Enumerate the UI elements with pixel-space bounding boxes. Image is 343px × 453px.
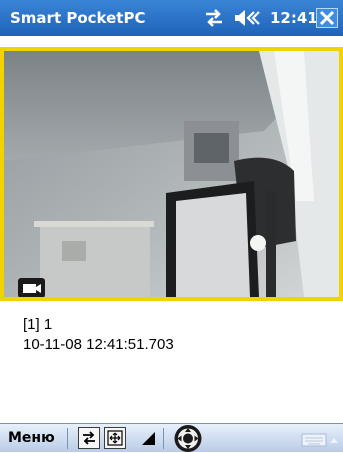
fit-screen-button[interactable] (104, 427, 126, 449)
menu-bar: Меню (0, 423, 343, 452)
frame-info: [1] 1 10-11-08 12:41:51.703 (23, 315, 174, 355)
camera-icon[interactable] (18, 278, 45, 297)
swap-icon (83, 431, 95, 445)
timestamp-label: 10-11-08 12:41:51.703 (23, 336, 174, 353)
app-title: Smart PocketPC (10, 9, 146, 27)
close-icon (319, 10, 335, 26)
fit-screen-icon (107, 430, 123, 446)
keyboard-icon[interactable] (301, 432, 339, 447)
menu-separator (163, 428, 164, 449)
camera-frame-image (4, 51, 339, 297)
volume-icon[interactable] (234, 9, 260, 27)
title-bar: Smart PocketPC 12:41 (0, 0, 343, 36)
connectivity-icon[interactable] (203, 9, 225, 27)
ptz-control-icon[interactable] (172, 424, 204, 453)
swap-button[interactable] (78, 427, 100, 449)
close-button[interactable] (316, 8, 338, 28)
menu-separator (67, 428, 68, 449)
clock: 12:41 (270, 9, 318, 27)
channel-label: [1] 1 (23, 316, 53, 333)
signal-icon[interactable] (141, 431, 156, 446)
menu-button[interactable]: Меню (8, 430, 55, 446)
camera-view[interactable] (0, 47, 343, 301)
